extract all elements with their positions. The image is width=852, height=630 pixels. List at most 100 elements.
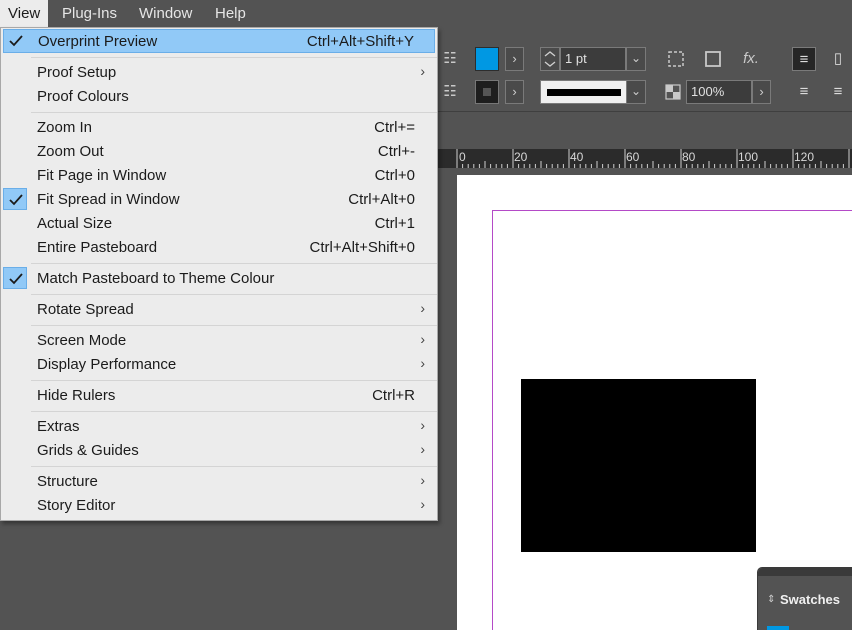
view-menu: Overprint Preview Ctrl+Alt+Shift+Y Proof… <box>0 27 438 521</box>
menu-item-label: Zoom Out <box>37 143 104 160</box>
menu-item-label: Grids & Guides <box>37 442 139 459</box>
menu-item-structure[interactable]: Structure › <box>3 470 435 494</box>
menu-separator <box>31 325 437 326</box>
menu-item-label: Fit Page in Window <box>37 167 167 184</box>
menu-item-entire-pasteboard[interactable]: Entire Pasteboard Ctrl+Alt+Shift+0 <box>3 236 435 260</box>
menu-item-grids-guides[interactable]: Grids & Guides › <box>3 439 435 463</box>
checkmark-icon <box>3 267 27 289</box>
checkmark-icon <box>4 30 28 52</box>
menu-item-label: Match Pasteboard to Theme Colour <box>37 270 275 287</box>
ruler-label: 80 <box>682 150 696 164</box>
menu-item-label: Overprint Preview <box>38 33 158 50</box>
menu-item-match-pasteboard[interactable]: Match Pasteboard to Theme Colour <box>3 267 435 291</box>
menu-item-fit-page-in-window[interactable]: Fit Page in Window Ctrl+0 <box>3 164 435 188</box>
menu-item-label: Display Performance <box>37 356 177 373</box>
menu-item-actual-size[interactable]: Actual Size Ctrl+1 <box>3 212 435 236</box>
panel-collapse-icon[interactable]: ⇕ <box>767 594 775 605</box>
menu-item-shortcut: Ctrl+1 <box>374 215 415 232</box>
menu-item-label: Entire Pasteboard <box>37 239 158 256</box>
chevron-right-icon: › <box>420 496 425 512</box>
swatches-tab[interactable]: Swatches <box>780 592 840 607</box>
align-top-icon[interactable]: ≡ <box>792 80 816 104</box>
chevron-right-icon: › <box>420 300 425 316</box>
fill-swatch[interactable] <box>475 47 499 71</box>
menu-item-label: Extras <box>37 418 80 435</box>
menu-item-proof-colours[interactable]: Proof Colours <box>3 85 435 109</box>
frame-fitting-icon[interactable] <box>666 49 686 69</box>
stroke-chevron-right-icon[interactable]: › <box>505 80 524 104</box>
stroke-swatch[interactable] <box>475 80 499 104</box>
menu-separator <box>31 263 437 264</box>
ruler-ticks <box>456 149 850 168</box>
ruler-label: 60 <box>626 150 640 164</box>
fill-chevron-right-icon[interactable]: › <box>505 47 524 71</box>
menu-help[interactable]: Help <box>207 0 254 27</box>
menu-item-label: Fit Spread in Window <box>37 191 180 208</box>
align-bottom-icon[interactable]: ≡ <box>826 80 850 104</box>
menu-item-extras[interactable]: Extras › <box>3 415 435 439</box>
menu-item-display-performance[interactable]: Display Performance › <box>3 353 435 377</box>
menu-item-label: Screen Mode <box>37 332 127 349</box>
menu-item-shortcut: Ctrl+0 <box>374 167 415 184</box>
menu-separator <box>31 411 437 412</box>
menu-item-label: Actual Size <box>37 215 113 232</box>
menu-view[interactable]: View <box>0 0 49 27</box>
menu-item-label: Proof Colours <box>37 88 129 105</box>
menu-separator <box>31 466 437 467</box>
swatch-chip[interactable] <box>767 626 789 630</box>
menu-item-label: Zoom In <box>37 119 93 136</box>
checkmark-icon <box>3 188 27 210</box>
ruler-label: 100 <box>738 150 759 164</box>
menu-item-label: Story Editor <box>37 497 116 514</box>
swatches-panel: ⇕ Swatches <box>757 567 852 630</box>
stroke-weight-field[interactable]: 1 pt <box>560 47 626 71</box>
chevron-right-icon: › <box>420 63 425 79</box>
align-columns-icon[interactable]: ▯ <box>826 47 850 71</box>
menu-item-label: Structure <box>37 473 98 490</box>
menu-item-shortcut: Ctrl+Alt+Shift+0 <box>309 239 415 256</box>
menu-item-fit-spread-in-window[interactable]: Fit Spread in Window Ctrl+Alt+0 <box>3 188 435 212</box>
menu-window[interactable]: Window <box>131 0 200 27</box>
menu-item-zoom-out[interactable]: Zoom Out Ctrl+- <box>3 140 435 164</box>
menu-item-shortcut: Ctrl+= <box>374 119 415 136</box>
menu-item-hide-rulers[interactable]: Hide Rulers Ctrl+R <box>3 384 435 408</box>
menu-item-story-editor[interactable]: Story Editor › <box>3 494 435 518</box>
chevron-right-icon: › <box>420 417 425 433</box>
menu-item-screen-mode[interactable]: Screen Mode › <box>3 329 435 353</box>
stroke-weight-chevron-down-icon[interactable]: ⌄ <box>626 47 646 71</box>
ruler-label: 40 <box>570 150 584 164</box>
menu-separator <box>31 294 437 295</box>
hierarchy-alt-icon[interactable]: ☷ <box>440 82 460 102</box>
menu-item-label: Proof Setup <box>37 64 117 81</box>
opacity-field[interactable]: 100% <box>686 80 752 104</box>
ruler-label: 0 <box>459 150 466 164</box>
black-rectangle-frame[interactable] <box>521 379 756 552</box>
menu-item-label: Hide Rulers <box>37 387 116 404</box>
effects-fx-icon[interactable]: fx. <box>738 49 764 69</box>
menu-item-proof-setup[interactable]: Proof Setup › <box>3 61 435 85</box>
opacity-checker-icon <box>664 83 682 101</box>
align-center-button[interactable]: ≡ <box>792 47 816 71</box>
control-panel: ☷ ☷ › › 1 pt ⌄ ⌄ fx. 100% › ≡ ▯ ≡ ≡ <box>438 27 852 112</box>
stroke-weight-stepper[interactable] <box>540 47 560 71</box>
panel-header-bar[interactable] <box>758 568 852 576</box>
stroke-type-chevron-down-icon[interactable]: ⌄ <box>626 80 646 104</box>
menu-item-rotate-spread[interactable]: Rotate Spread › <box>3 298 435 322</box>
menu-bar: View Plug-Ins Window Help <box>0 0 852 27</box>
chevron-right-icon: › <box>420 331 425 347</box>
menu-item-shortcut: Ctrl+Alt+Shift+Y <box>306 33 414 50</box>
menu-plug-ins[interactable]: Plug-Ins <box>54 0 125 27</box>
opacity-chevron-right-icon[interactable]: › <box>752 80 771 104</box>
horizontal-ruler[interactable]: 0 20 40 60 80 100 120 <box>438 149 852 168</box>
frame-icon[interactable] <box>703 49 723 69</box>
menu-item-overprint-preview[interactable]: Overprint Preview Ctrl+Alt+Shift+Y <box>3 29 435 53</box>
chevron-right-icon: › <box>420 355 425 371</box>
menu-item-shortcut: Ctrl+- <box>377 143 415 160</box>
menu-item-shortcut: Ctrl+Alt+0 <box>348 191 415 208</box>
hierarchy-icon[interactable]: ☷ <box>440 49 460 69</box>
stroke-type-selector[interactable] <box>540 80 627 104</box>
chevron-right-icon: › <box>420 441 425 457</box>
menu-item-zoom-in[interactable]: Zoom In Ctrl+= <box>3 116 435 140</box>
menu-separator <box>31 112 437 113</box>
ruler-label: 20 <box>514 150 528 164</box>
